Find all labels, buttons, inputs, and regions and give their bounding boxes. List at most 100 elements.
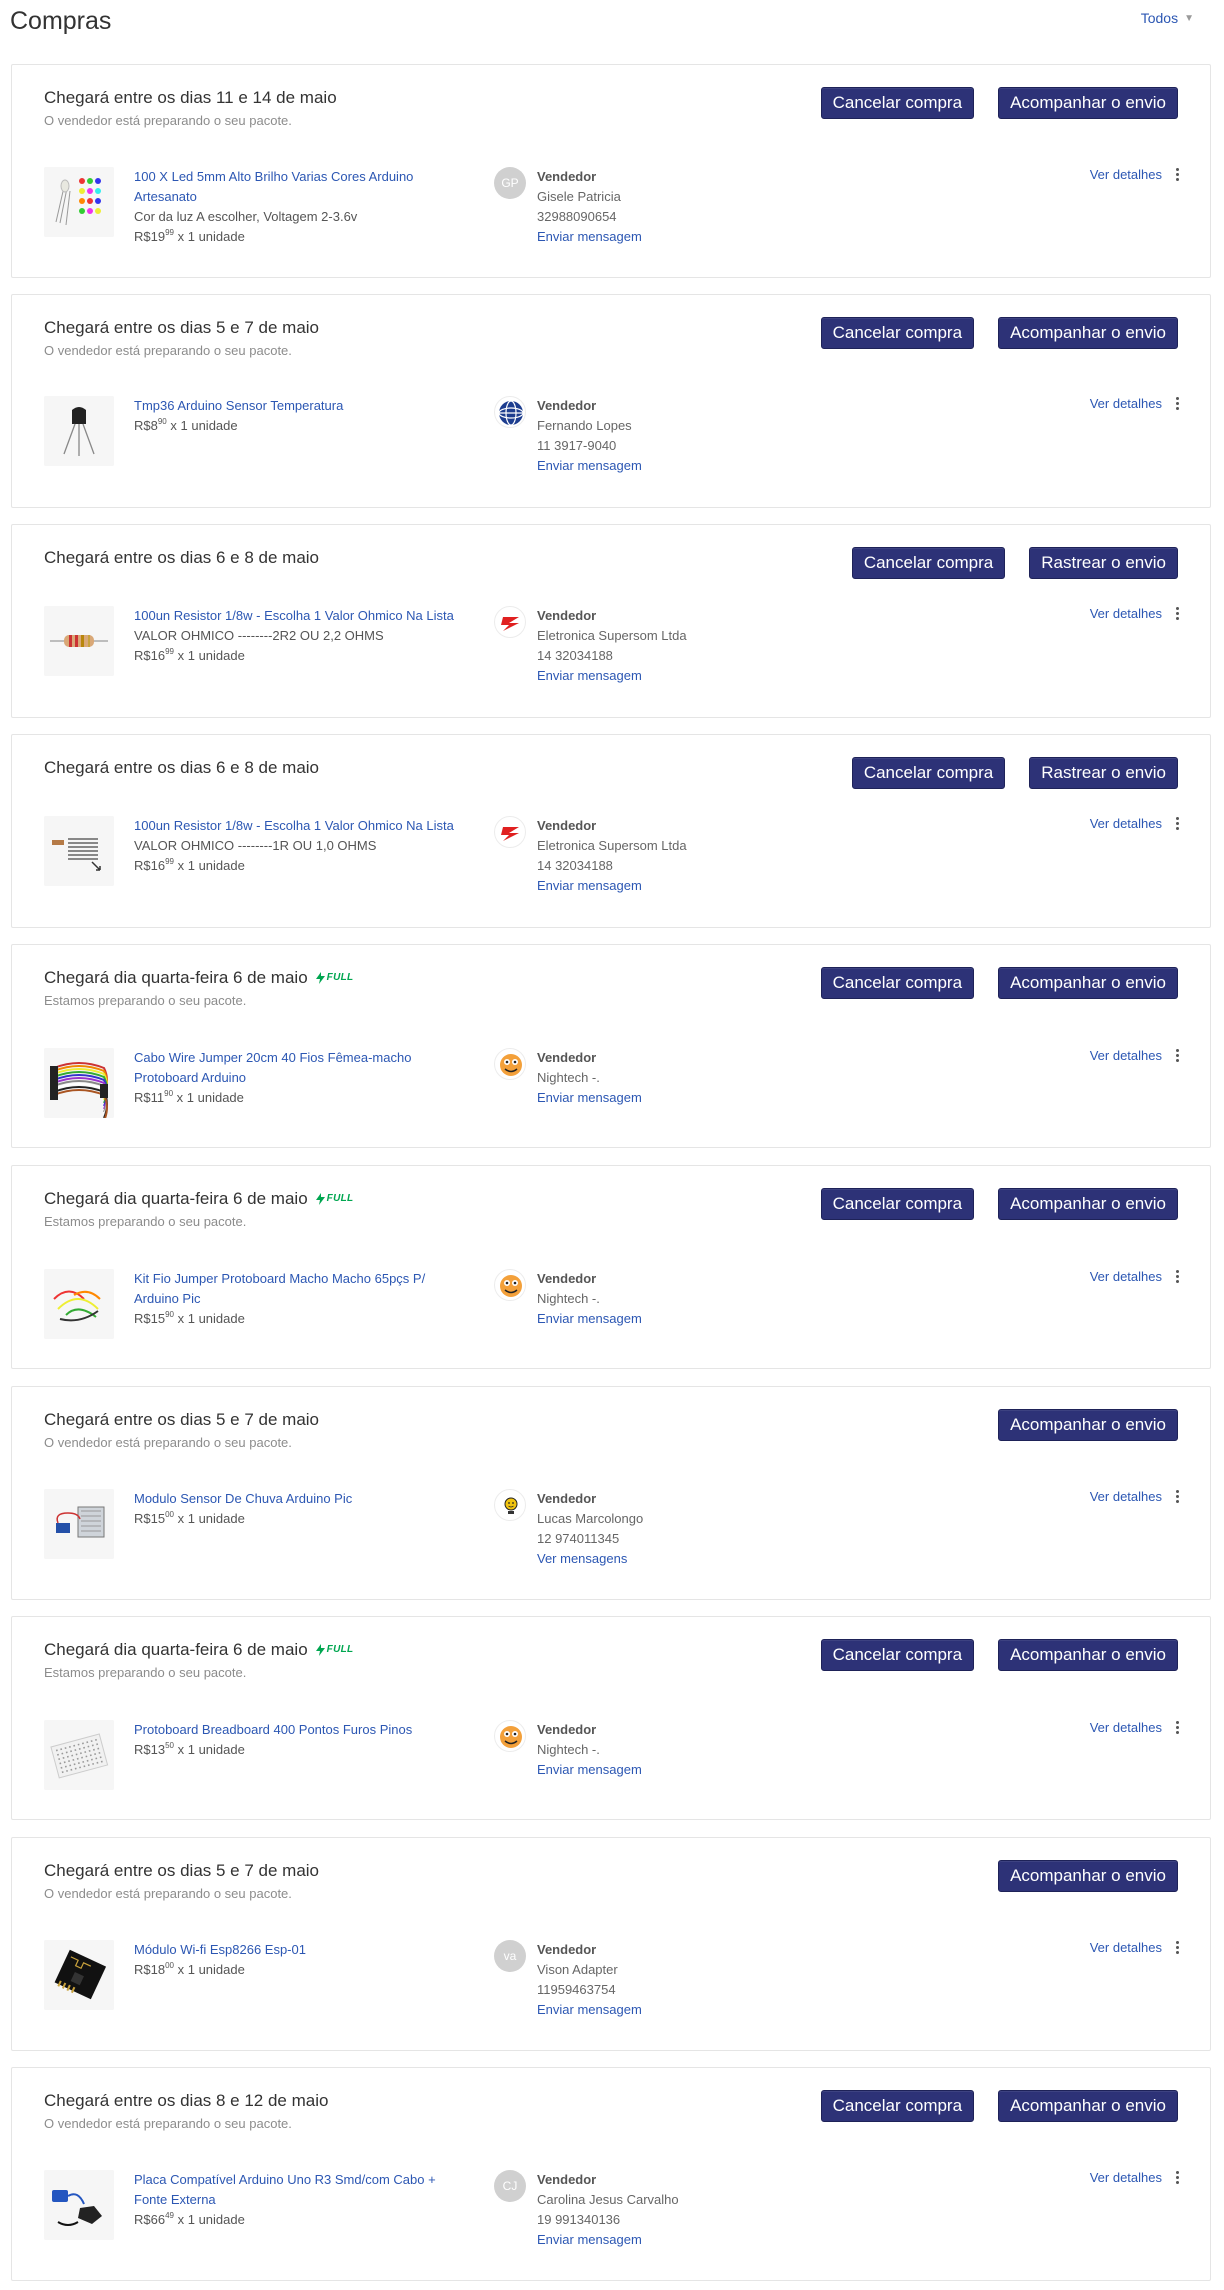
order-status-text: O vendedor está preparando o seu pacote. (44, 1435, 292, 1450)
item-title-link[interactable]: Protoboard Breadboard 400 Pontos Furos P… (134, 1720, 469, 1740)
item-title-link[interactable]: Módulo Wi-fi Esp8266 Esp-01 (134, 1940, 469, 1960)
purchases-page: Compras Todos ▼ Chegará entre os dias 11… (0, 0, 1224, 2290)
more-options-icon[interactable] (1176, 1941, 1180, 1954)
wifi-module-icon[interactable] (44, 1940, 114, 2010)
item-price: R$1500 x 1 unidade (134, 1510, 245, 1527)
send-message-link[interactable]: Enviar mensagem (537, 876, 787, 896)
more-options-icon[interactable] (1176, 1049, 1180, 1062)
order-status-text: O vendedor está preparando o seu pacote. (44, 2116, 292, 2131)
item-info: Protoboard Breadboard 400 Pontos Furos P… (134, 1720, 469, 1760)
more-options-icon[interactable] (1176, 817, 1180, 830)
sensor-icon[interactable] (44, 396, 114, 466)
send-message-link[interactable]: Enviar mensagem (537, 1088, 787, 1108)
item-title-link[interactable]: Cabo Wire Jumper 20cm 40 Fios Fêmea-mach… (134, 1048, 469, 1088)
seller-logo-icon (494, 396, 526, 428)
jumper-cable-icon[interactable] (44, 1048, 114, 1118)
order-header: Chegará dia quarta-feira 6 de maio FULL E… (44, 967, 353, 1009)
view-details-link[interactable]: Ver detalhes (1090, 816, 1162, 831)
details-area: Ver detalhes (1090, 1269, 1180, 1284)
resistor-chart-icon[interactable] (44, 816, 114, 886)
item-title-link[interactable]: Tmp36 Arduino Sensor Temperatura (134, 396, 469, 416)
more-options-icon[interactable] (1176, 397, 1180, 410)
follow-shipment-button[interactable]: Acompanhar o envio (998, 967, 1178, 999)
item-title-link[interactable]: 100 X Led 5mm Alto Brilho Varias Cores A… (134, 167, 469, 207)
view-details-link[interactable]: Ver detalhes (1090, 1048, 1162, 1063)
cancel-purchase-button[interactable]: Cancelar compra (820, 1188, 975, 1220)
seller-name: Nightech -. (537, 1291, 600, 1306)
view-details-link[interactable]: Ver detalhes (1090, 396, 1162, 411)
seller-phone: 14 32034188 (537, 858, 613, 873)
seller-info: Vendedor Eletronica Supersom Ltda 14 320… (537, 606, 787, 686)
order-status-text: O vendedor está preparando o seu pacote. (44, 113, 292, 128)
order-actions: Cancelar compra Acompanhar o envio (820, 967, 1178, 999)
item-title-link[interactable]: Kit Fio Jumper Protoboard Macho Macho 65… (134, 1269, 469, 1309)
seller-label: Vendedor (537, 1271, 597, 1286)
view-details-link[interactable]: Ver detalhes (1090, 167, 1162, 182)
cancel-purchase-button[interactable]: Cancelar compra (820, 2090, 975, 2122)
item-title-link[interactable]: 100un Resistor 1/8w - Escolha 1 Valor Oh… (134, 816, 469, 836)
send-message-link[interactable]: Enviar mensagem (537, 2000, 787, 2020)
seller-label: Vendedor (537, 1491, 597, 1506)
track-shipment-button[interactable]: Rastrear o envio (1029, 547, 1178, 579)
send-message-link[interactable]: Enviar mensagem (537, 2230, 787, 2250)
item-title-link[interactable]: Modulo Sensor De Chuva Arduino Pic (134, 1489, 469, 1509)
cancel-purchase-button[interactable]: Cancelar compra (851, 757, 1006, 789)
follow-shipment-button[interactable]: Acompanhar o envio (998, 317, 1178, 349)
follow-shipment-button[interactable]: Acompanhar o envio (998, 87, 1178, 119)
view-details-link[interactable]: Ver detalhes (1090, 1720, 1162, 1735)
send-message-link[interactable]: Enviar mensagem (537, 1309, 787, 1329)
resistor-icon[interactable] (44, 606, 114, 676)
item-info: Cabo Wire Jumper 20cm 40 Fios Fêmea-mach… (134, 1048, 469, 1108)
item-title-link[interactable]: Placa Compatível Arduino Uno R3 Smd/com … (134, 2170, 469, 2210)
track-shipment-button[interactable]: Rastrear o envio (1029, 757, 1178, 789)
send-message-link[interactable]: Enviar mensagem (537, 456, 787, 476)
rain-sensor-icon[interactable] (44, 1489, 114, 1559)
follow-shipment-button[interactable]: Acompanhar o envio (998, 1639, 1178, 1671)
more-options-icon[interactable] (1176, 1490, 1180, 1503)
delivery-estimate: Chegará dia quarta-feira 6 de maio FULL (44, 968, 354, 987)
cancel-purchase-button[interactable]: Cancelar compra (851, 547, 1006, 579)
follow-shipment-button[interactable]: Acompanhar o envio (998, 1860, 1178, 1892)
seller-avatar: va (494, 1940, 526, 1972)
jumper-kit-icon[interactable] (44, 1269, 114, 1339)
cancel-purchase-button[interactable]: Cancelar compra (820, 967, 975, 999)
cancel-purchase-button[interactable]: Cancelar compra (820, 1639, 975, 1671)
seller-info: Vendedor Nightech -. Enviar mensagem (537, 1720, 787, 1780)
order-status-text: Estamos preparando o seu pacote. (44, 1665, 247, 1680)
view-details-link[interactable]: Ver detalhes (1090, 606, 1162, 621)
order-header: Chegará entre os dias 8 e 12 de maio O v… (44, 2090, 328, 2132)
cancel-purchase-button[interactable]: Cancelar compra (820, 87, 975, 119)
follow-shipment-button[interactable]: Acompanhar o envio (998, 1188, 1178, 1220)
order-card: Chegará entre os dias 6 e 8 de maio Canc… (11, 524, 1211, 718)
seller-name: Gisele Patricia (537, 189, 621, 204)
breadboard-icon[interactable] (44, 1720, 114, 1790)
more-options-icon[interactable] (1176, 607, 1180, 620)
details-area: Ver detalhes (1090, 606, 1180, 621)
seller-info: Vendedor Fernando Lopes 11 3917-9040 Env… (537, 396, 787, 476)
more-options-icon[interactable] (1176, 1270, 1180, 1283)
full-badge: FULL (315, 1188, 354, 1210)
led-icon[interactable] (44, 167, 114, 237)
seller-name: Nightech -. (537, 1070, 600, 1085)
send-message-link[interactable]: Enviar mensagem (537, 227, 787, 247)
details-area: Ver detalhes (1090, 1940, 1180, 1955)
item-price: R$1590 x 1 unidade (134, 1310, 245, 1327)
view-details-link[interactable]: Ver detalhes (1090, 1269, 1162, 1284)
more-options-icon[interactable] (1176, 168, 1180, 181)
seller-label: Vendedor (537, 398, 597, 413)
item-title-link[interactable]: 100un Resistor 1/8w - Escolha 1 Valor Oh… (134, 606, 469, 626)
follow-shipment-button[interactable]: Acompanhar o envio (998, 2090, 1178, 2122)
view-details-link[interactable]: Ver detalhes (1090, 1940, 1162, 1955)
view-details-link[interactable]: Ver detalhes (1090, 1489, 1162, 1504)
cancel-purchase-button[interactable]: Cancelar compra (820, 317, 975, 349)
more-options-icon[interactable] (1176, 1721, 1180, 1734)
view-details-link[interactable]: Ver detalhes (1090, 2170, 1162, 2185)
filter-dropdown[interactable]: Todos ▼ (1141, 10, 1194, 26)
send-message-link[interactable]: Enviar mensagem (537, 1760, 787, 1780)
seller-name: Carolina Jesus Carvalho (537, 2192, 679, 2207)
more-options-icon[interactable] (1176, 2171, 1180, 2184)
follow-shipment-button[interactable]: Acompanhar o envio (998, 1409, 1178, 1441)
send-message-link[interactable]: Ver mensagens (537, 1549, 787, 1569)
send-message-link[interactable]: Enviar mensagem (537, 666, 787, 686)
arduino-board-icon[interactable] (44, 2170, 114, 2240)
